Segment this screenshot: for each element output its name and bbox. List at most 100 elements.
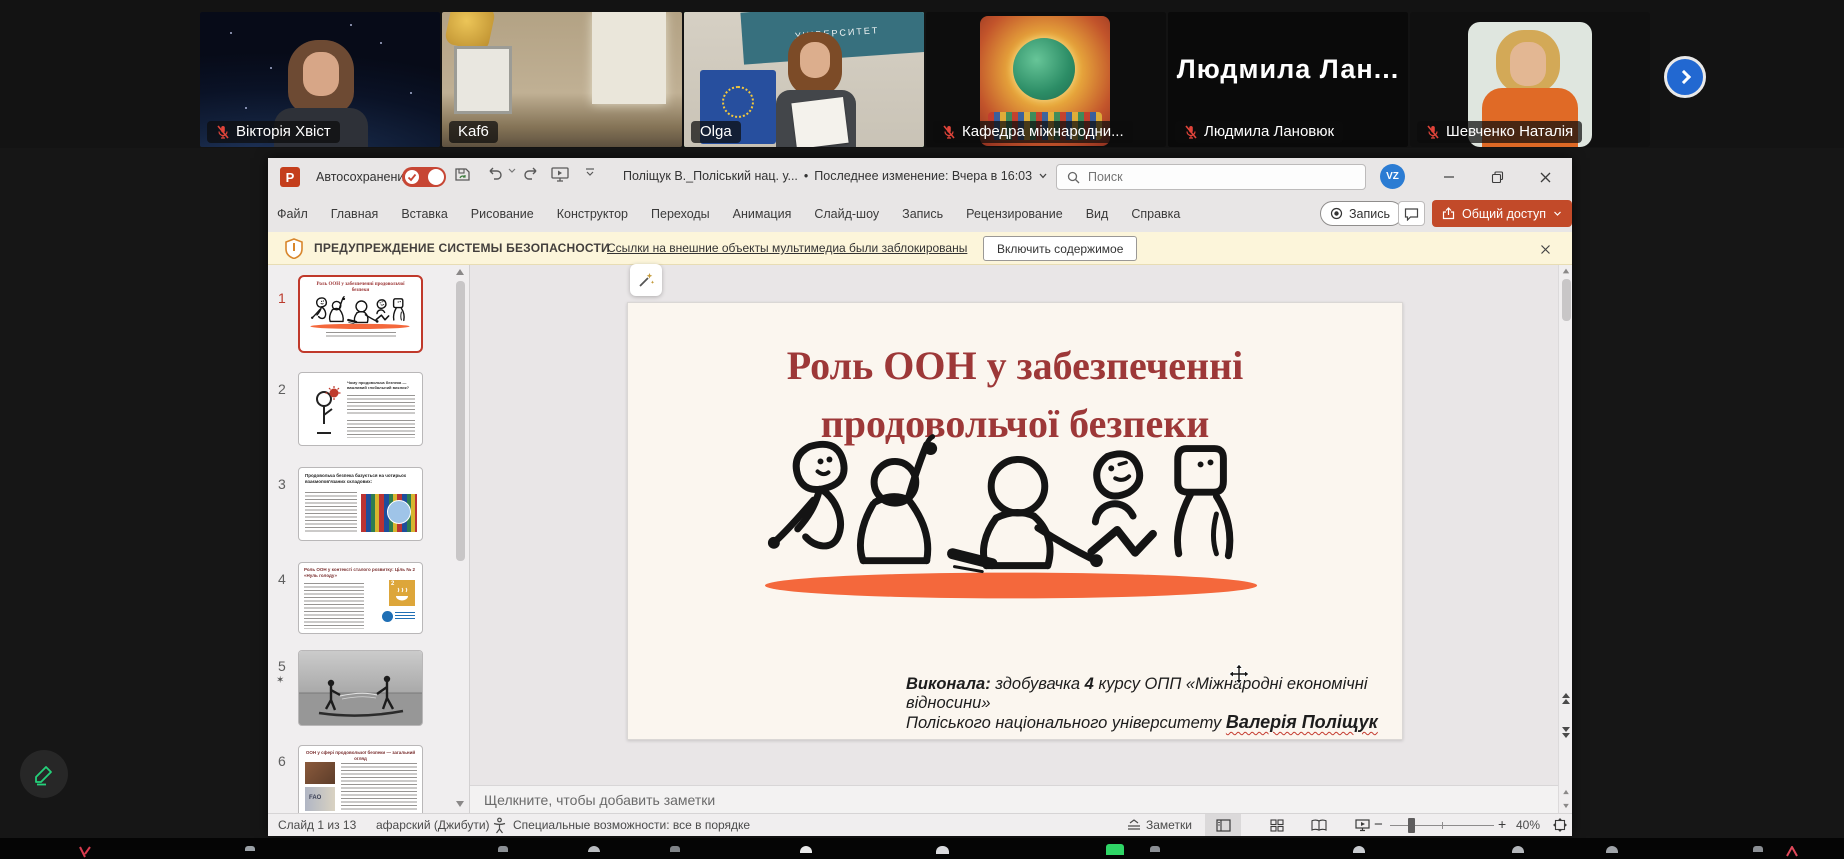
notes-scroll-down-icon[interactable]	[1563, 804, 1569, 808]
scroll-up-icon[interactable]	[456, 269, 464, 275]
video-tile-kaf6[interactable]: Kaf6	[442, 12, 682, 147]
author-credit-text[interactable]: Виконала: здобувачка 4 курсу ОПП «Міжнар…	[906, 675, 1384, 733]
record-button[interactable]: Запись	[1320, 201, 1403, 226]
notes-pane[interactable]: Щелкните, чтобы добавить заметки	[470, 785, 1558, 813]
reading-view-button[interactable]	[1301, 814, 1337, 836]
zoom-slider-thumb[interactable]	[1408, 818, 1415, 833]
taskbar-icon[interactable]	[1606, 846, 1618, 853]
search-box[interactable]	[1056, 164, 1366, 190]
scroll-up-icon[interactable]	[1563, 269, 1569, 274]
fao-photo-mini: FAO	[305, 787, 335, 811]
start-slideshow-icon[interactable]	[551, 166, 569, 183]
next-slide-button[interactable]	[1560, 727, 1572, 738]
enable-content-button[interactable]: Включить содержимое	[983, 236, 1137, 261]
designer-button[interactable]	[630, 264, 662, 296]
tab-home[interactable]: Главная	[331, 207, 379, 221]
taskbar-icon[interactable]	[800, 846, 812, 853]
tab-record[interactable]: Запись	[902, 207, 943, 221]
doc-name: Поліщук В._Поліський нац. у...	[623, 169, 798, 183]
taskbar-icon[interactable]	[670, 846, 680, 852]
fishing-photo-mini	[299, 651, 422, 725]
slide-counter[interactable]: Слайд 1 из 13	[278, 818, 356, 832]
slide-thumbnail-2[interactable]: Чому продовольча безпека — важливий глоб…	[298, 372, 423, 446]
language-indicator[interactable]: афарский (Джибути)	[376, 818, 490, 832]
taskbar-icon[interactable]	[588, 846, 600, 852]
tab-animations[interactable]: Анимация	[733, 207, 792, 221]
slide-sorter-view-button[interactable]	[1259, 814, 1295, 836]
tab-insert[interactable]: Вставка	[401, 207, 447, 221]
restore-button[interactable]	[1482, 166, 1512, 188]
slide-thumbnail-6[interactable]: ООН у сфері продовольчої безпеки — загал…	[298, 745, 423, 813]
notes-placeholder[interactable]: Щелкните, чтобы добавить заметки	[484, 792, 715, 808]
tab-slideshow[interactable]: Слайд-шоу	[814, 207, 879, 221]
tab-view[interactable]: Вид	[1086, 207, 1109, 221]
fit-to-window-icon[interactable]	[1552, 817, 1568, 833]
participant-name-badge: Кафедра міжнародни...	[933, 121, 1133, 143]
fao-logo-mini	[382, 611, 415, 622]
undo-icon[interactable]	[486, 166, 504, 182]
tab-transitions[interactable]: Переходы	[651, 207, 710, 221]
pencil-icon	[32, 762, 56, 786]
powerpoint-app-icon[interactable]: P	[280, 167, 300, 187]
tab-file[interactable]: Файл	[277, 207, 308, 221]
tab-review[interactable]: Рецензирование	[966, 207, 1063, 221]
share-button[interactable]: Общий доступ	[1432, 200, 1572, 227]
slide-thumbnail-3[interactable]: Продовольча безпека базується на чотирьо…	[298, 467, 423, 541]
taskbar-icon[interactable]	[1353, 846, 1365, 853]
scroll-down-icon[interactable]	[456, 801, 464, 807]
notes-toggle[interactable]: Заметки	[1146, 818, 1192, 832]
taskbar-icon[interactable]	[1786, 846, 1799, 855]
slide-thumbnail-5[interactable]	[298, 650, 423, 726]
tab-help[interactable]: Справка	[1131, 207, 1180, 221]
chevron-down-icon[interactable]	[1038, 171, 1048, 181]
taskbar-icon-screen-share[interactable]	[1106, 844, 1124, 855]
taskbar-icon[interactable]	[78, 846, 92, 856]
undo-dropdown-icon[interactable]	[508, 166, 516, 174]
scrollbar-thumb[interactable]	[456, 281, 465, 561]
notes-scroll-up-icon[interactable]	[1563, 790, 1569, 794]
next-participants-button[interactable]	[1664, 56, 1706, 98]
taskbar-icon[interactable]	[498, 846, 508, 852]
slide-thumbnail-panel: 1 2 3 4 5 ✶ 6 Роль ООН у забезпеченні пр…	[268, 265, 470, 813]
slide-thumbnail-4[interactable]: Роль ООН у контексті сталого розвитку: Ц…	[298, 562, 423, 634]
zoom-percentage[interactable]: 40%	[1516, 818, 1540, 832]
annotate-button[interactable]	[20, 750, 68, 798]
main-scrollbar[interactable]	[1558, 265, 1572, 813]
slide-number: 3	[278, 476, 286, 492]
accessibility-status[interactable]: Специальные возможности: все в порядке	[513, 818, 750, 832]
video-tile-liudmyla[interactable]: Людмила Лан... Людмила Лановюк	[1168, 12, 1408, 147]
video-tile-viktoria[interactable]: Вікторія Хвіст	[200, 12, 440, 147]
normal-view-icon	[1216, 819, 1231, 832]
warning-link[interactable]: Ссылки на внешние объекты мультимедиа бы…	[607, 241, 967, 255]
search-input[interactable]	[1088, 170, 1328, 184]
slide-editing-surface[interactable]: Роль ООН у забезпеченні продовольчої без…	[627, 302, 1403, 740]
zoom-in-button[interactable]: +	[1498, 816, 1506, 832]
redo-icon[interactable]	[522, 166, 540, 182]
taskbar-icon[interactable]	[1150, 846, 1160, 852]
taskbar-icon[interactable]	[936, 846, 949, 854]
thumbnail-scrollbar[interactable]	[454, 265, 467, 813]
warning-title: ПРЕДУПРЕЖДЕНИЕ СИСТЕМЫ БЕЗОПАСНОСТИ	[314, 241, 610, 255]
save-icon[interactable]	[454, 166, 471, 183]
close-button[interactable]	[1530, 166, 1560, 188]
quick-access-dropdown-icon[interactable]	[584, 166, 596, 178]
minimize-button[interactable]	[1434, 166, 1464, 188]
taskbar-icon[interactable]	[1753, 846, 1763, 852]
autosave-toggle[interactable]	[402, 167, 446, 187]
previous-slide-button[interactable]	[1560, 693, 1572, 704]
tab-design[interactable]: Конструктор	[557, 207, 628, 221]
video-tile-olga-active-speaker[interactable]: УНІВЕРСИТЕТ Olga	[684, 12, 924, 147]
video-tile-kafedra[interactable]: Кафедра міжнародни...	[926, 12, 1166, 147]
user-avatar[interactable]: VZ	[1380, 164, 1405, 189]
tab-draw[interactable]: Рисование	[471, 207, 534, 221]
video-tile-shevchenko[interactable]: Шевченко Наталія	[1410, 12, 1650, 147]
slide-thumbnail-1[interactable]: Роль ООН у забезпеченні продовольчої без…	[298, 275, 423, 353]
scrollbar-thumb[interactable]	[1562, 279, 1571, 321]
taskbar-icon[interactable]	[245, 846, 255, 851]
close-warning-icon[interactable]	[1534, 238, 1556, 260]
taskbar-icon[interactable]	[1512, 846, 1524, 853]
security-warning-bar: ПРЕДУПРЕЖДЕНИЕ СИСТЕМЫ БЕЗОПАСНОСТИ Ссыл…	[268, 232, 1572, 265]
normal-view-button[interactable]	[1205, 814, 1241, 836]
zoom-out-button[interactable]: −	[1374, 816, 1383, 833]
comments-button[interactable]	[1398, 201, 1425, 226]
